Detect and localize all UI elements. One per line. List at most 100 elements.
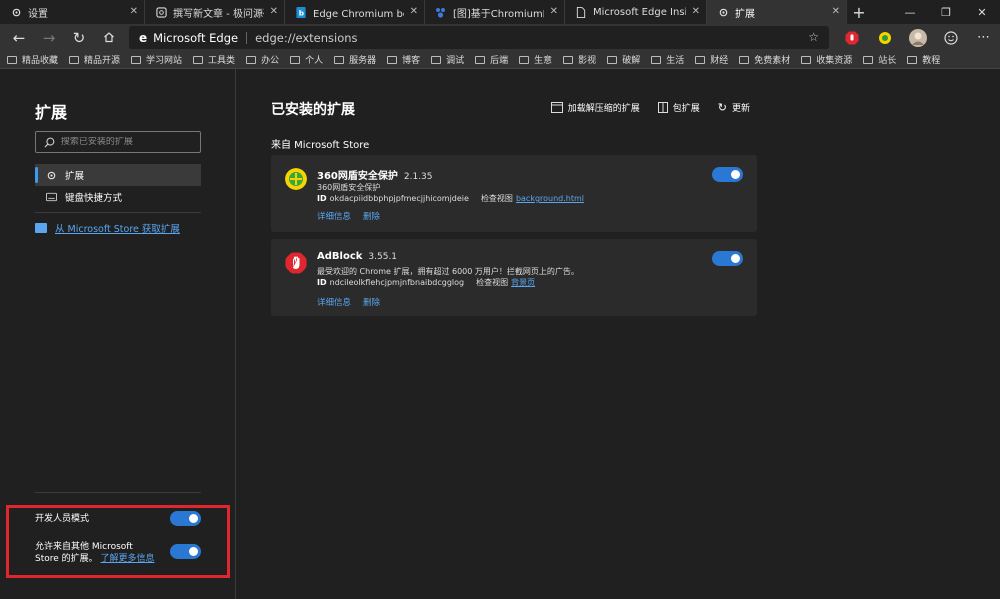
refresh-button[interactable]: ↻ bbox=[64, 24, 94, 51]
tab-edge-beta[interactable]: b Edge Chromium beta新特 ✕ bbox=[285, 0, 425, 24]
close-icon[interactable]: ✕ bbox=[832, 6, 840, 18]
bookmark-label: 个人 bbox=[305, 56, 324, 66]
main-content: 已安装的扩展 加载解压缩的扩展 包扩展 ↻ 更新 来自 Microsoft St… bbox=[237, 69, 1000, 599]
toolbar: ← → ↻ e Microsoft Edge edge://extensions… bbox=[0, 24, 1000, 51]
bookmark-item[interactable]: 精品收藏 bbox=[7, 53, 58, 66]
bookmark-item[interactable]: 个人 bbox=[290, 53, 323, 66]
bookmark-item[interactable]: 博客 bbox=[387, 53, 420, 66]
inspect-label: 检查视图 bbox=[480, 194, 513, 203]
inspect-view-link[interactable]: background.html bbox=[516, 194, 584, 203]
details-link[interactable]: 详细信息 bbox=[317, 212, 351, 222]
folder-icon bbox=[863, 55, 874, 64]
bookmark-item[interactable]: 学习网站 bbox=[131, 53, 182, 66]
remove-link[interactable]: 删除 bbox=[363, 212, 380, 222]
folder-icon bbox=[739, 55, 750, 64]
minimize-button[interactable]: — bbox=[892, 0, 928, 24]
bookmark-label: 破解 bbox=[622, 56, 641, 66]
update-button[interactable]: ↻ 更新 bbox=[718, 101, 750, 114]
bookmark-item[interactable]: 教程 bbox=[907, 53, 940, 66]
search-input[interactable] bbox=[60, 137, 200, 147]
get-extensions-link[interactable]: 从 Microsoft Store 获取扩展 bbox=[35, 221, 180, 235]
adblock-toolbar-icon[interactable] bbox=[835, 31, 868, 45]
bookmark-item[interactable]: 生活 bbox=[651, 53, 684, 66]
tab-chromium-edge[interactable]: [图]基于Chromium的Edge ✕ bbox=[425, 0, 565, 24]
bookmark-label: 工具类 bbox=[208, 56, 236, 66]
tab-label: 撰写新文章 - 极问源码 - F bbox=[173, 8, 264, 20]
bookmark-item[interactable]: 办公 bbox=[246, 53, 279, 66]
home-icon bbox=[103, 29, 115, 47]
id-label: ID bbox=[317, 278, 327, 287]
tab-label: 扩展 bbox=[735, 8, 755, 20]
tab-article[interactable]: 撰写新文章 - 极问源码 - F ✕ bbox=[145, 0, 285, 24]
avatar[interactable] bbox=[901, 28, 934, 47]
bookmark-label: 学习网站 bbox=[146, 56, 183, 66]
page-title: 已安装的扩展 bbox=[271, 102, 355, 118]
back-button[interactable]: ← bbox=[4, 24, 34, 51]
url-text[interactable]: edge://extensions bbox=[255, 31, 357, 45]
load-unpacked-button[interactable]: 加载解压缩的扩展 bbox=[550, 101, 640, 114]
folder-icon bbox=[907, 55, 918, 64]
sidebar-item-shortcuts[interactable]: 键盘快捷方式 bbox=[35, 186, 201, 208]
extension-links: 详细信息 删除 bbox=[317, 296, 392, 308]
tab-settings[interactable]: 设置 ✕ bbox=[0, 0, 145, 24]
extension-icons: ⋯ bbox=[835, 24, 1000, 51]
360-logo-icon bbox=[285, 168, 307, 190]
bookmark-item[interactable]: 服务器 bbox=[334, 53, 376, 66]
bookmark-label: 免费素材 bbox=[754, 56, 791, 66]
bookmark-item[interactable]: 调试 bbox=[431, 53, 464, 66]
close-icon[interactable]: ✕ bbox=[550, 6, 558, 18]
brand-label: Microsoft Edge bbox=[153, 30, 239, 45]
maximize-button[interactable]: ❐ bbox=[928, 0, 964, 24]
address-bar[interactable]: e Microsoft Edge edge://extensions ☆ bbox=[129, 26, 829, 49]
forward-button[interactable]: → bbox=[34, 24, 64, 51]
inspect-view-link[interactable]: 背景页 bbox=[511, 278, 535, 287]
close-icon[interactable]: ✕ bbox=[130, 6, 138, 18]
store-link-label[interactable]: 从 Microsoft Store 获取扩展 bbox=[55, 221, 180, 235]
extension-enable-toggle[interactable] bbox=[712, 167, 743, 182]
bookmark-item[interactable]: 免费素材 bbox=[739, 53, 790, 66]
close-icon[interactable]: ✕ bbox=[692, 6, 700, 18]
bookmark-item[interactable]: 破解 bbox=[607, 53, 640, 66]
bookmark-item[interactable]: 站长 bbox=[863, 53, 896, 66]
divider bbox=[35, 212, 201, 213]
details-link[interactable]: 详细信息 bbox=[317, 298, 351, 308]
extension-version: 3.55.1 bbox=[368, 252, 398, 262]
home-button[interactable] bbox=[94, 24, 124, 51]
extension-name: 360网盾安全保护 2.1.35 bbox=[317, 167, 433, 182]
bookmark-label: 调试 bbox=[446, 56, 465, 66]
extension-id: okdacpiidbbphpjpfmecjjhicomjdeie bbox=[329, 194, 469, 203]
close-window-button[interactable]: ✕ bbox=[964, 0, 1000, 24]
bookmark-item[interactable]: 影视 bbox=[563, 53, 596, 66]
emoji-feedback-icon[interactable] bbox=[934, 30, 967, 45]
bookmark-item[interactable]: 精品开源 bbox=[69, 53, 120, 66]
tab-edge-insider[interactable]: Microsoft Edge Insider ✕ bbox=[565, 0, 707, 24]
bookmark-item[interactable]: 后端 bbox=[475, 53, 508, 66]
extension-enable-toggle[interactable] bbox=[712, 251, 743, 266]
bookmark-item[interactable]: 收集资源 bbox=[801, 53, 852, 66]
pack-extension-button[interactable]: 包扩展 bbox=[657, 101, 700, 114]
bookmark-item[interactable]: 生意 bbox=[519, 53, 552, 66]
bookmark-label: 生活 bbox=[666, 56, 685, 66]
new-tab-button[interactable]: + bbox=[847, 0, 871, 24]
tab-extensions[interactable]: 扩展 ✕ bbox=[707, 0, 847, 24]
sidebar-item-label: 扩展 bbox=[65, 171, 85, 182]
bookmark-item[interactable]: 财经 bbox=[695, 53, 728, 66]
folder-icon bbox=[387, 55, 398, 64]
bookmark-item[interactable]: 工具类 bbox=[193, 53, 235, 66]
keyboard-icon bbox=[45, 192, 57, 202]
sidebar-item-extensions[interactable]: 扩展 bbox=[35, 164, 201, 186]
close-icon[interactable]: ✕ bbox=[410, 6, 418, 18]
close-icon[interactable]: ✕ bbox=[270, 6, 278, 18]
puzzle-icon bbox=[717, 6, 729, 18]
360-toolbar-icon[interactable] bbox=[868, 31, 901, 45]
bookmark-label: 博客 bbox=[402, 56, 421, 66]
folder-icon bbox=[607, 55, 618, 64]
search-box[interactable] bbox=[35, 131, 201, 153]
svg-text:b: b bbox=[299, 8, 304, 17]
folder-icon bbox=[431, 55, 442, 64]
arrow-right-icon: → bbox=[42, 28, 56, 47]
more-menu-icon[interactable]: ⋯ bbox=[967, 30, 1000, 45]
remove-link[interactable]: 删除 bbox=[363, 298, 380, 308]
favorite-star-icon[interactable]: ☆ bbox=[808, 30, 819, 44]
bookmark-label: 服务器 bbox=[349, 56, 377, 66]
